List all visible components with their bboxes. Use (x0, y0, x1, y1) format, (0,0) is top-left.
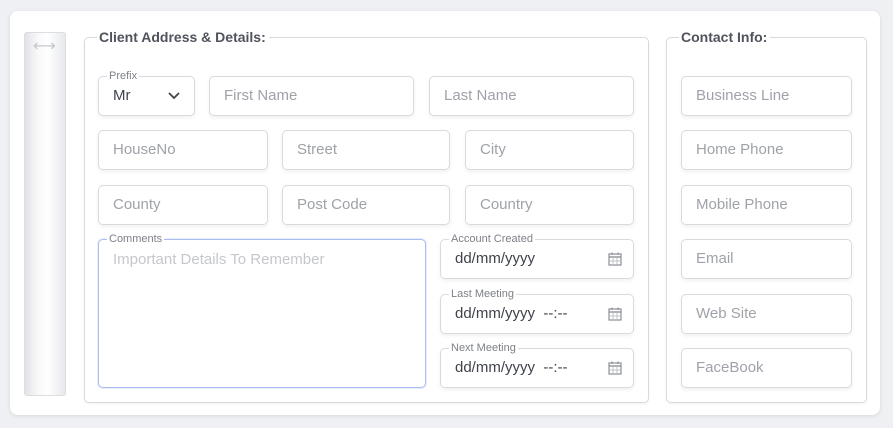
calendar-icon[interactable] (608, 361, 622, 375)
web-site-field[interactable]: Web Site (681, 294, 852, 334)
comments-textarea[interactable]: Comments Important Details To Remember (98, 232, 426, 388)
next-meeting-datetime[interactable]: Next Meeting dd/mm/yyyy --:-- (440, 341, 634, 388)
mobile-phone-field[interactable]: Mobile Phone (681, 185, 852, 225)
postcode-field[interactable]: Post Code (282, 185, 450, 225)
account-created-date[interactable]: Account Created dd/mm/yyyy (440, 232, 634, 279)
last-meeting-value: dd/mm/yyyy --:-- (455, 305, 568, 322)
resize-arrow-icon: ⟷ (33, 36, 56, 55)
comments-label: Comments (107, 232, 165, 246)
account-created-label: Account Created (449, 232, 535, 246)
houseno-field[interactable]: HouseNo (98, 130, 268, 170)
last-name-field[interactable]: Last Name (429, 76, 634, 116)
chevron-down-icon (168, 92, 180, 100)
email-field[interactable]: Email (681, 239, 852, 279)
client-details-legend: Client Address & Details: (97, 28, 269, 46)
home-phone-field[interactable]: Home Phone (681, 130, 852, 170)
business-line-field[interactable]: Business Line (681, 76, 852, 116)
country-field[interactable]: Country (465, 185, 634, 225)
first-name-field[interactable]: First Name (209, 76, 414, 116)
street-field[interactable]: Street (282, 130, 450, 170)
last-meeting-datetime[interactable]: Last Meeting dd/mm/yyyy --:-- (440, 287, 634, 334)
next-meeting-label: Next Meeting (449, 341, 518, 355)
resize-handle[interactable]: ⟷ (24, 32, 66, 396)
prefix-select[interactable]: Prefix Mr (98, 69, 195, 116)
prefix-label: Prefix (107, 69, 140, 83)
next-meeting-value: dd/mm/yyyy --:-- (455, 359, 568, 376)
contact-info-legend: Contact Info: (679, 28, 771, 46)
comments-placeholder: Important Details To Remember (113, 251, 325, 268)
county-field[interactable]: County (98, 185, 268, 225)
calendar-icon[interactable] (608, 307, 622, 321)
last-meeting-label: Last Meeting (449, 287, 516, 301)
account-created-value: dd/mm/yyyy (455, 250, 536, 267)
prefix-value: Mr (113, 87, 131, 104)
city-field[interactable]: City (465, 130, 634, 170)
calendar-icon[interactable] (608, 252, 622, 266)
facebook-field[interactable]: FaceBook (681, 348, 852, 388)
